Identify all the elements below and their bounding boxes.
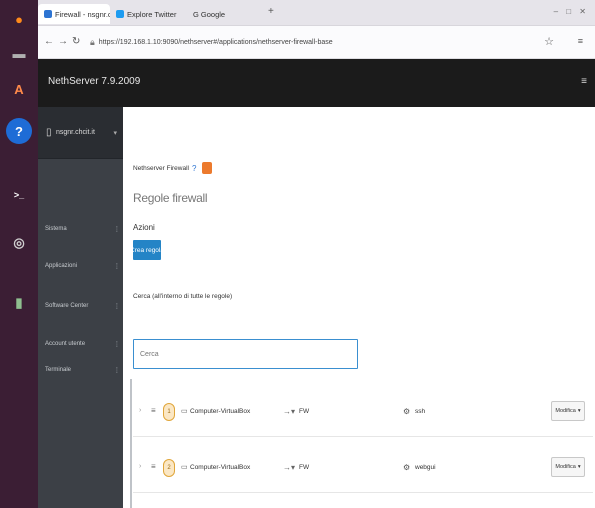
trash-icon: ▮ bbox=[15, 295, 23, 310]
grip-icon: ⁞ bbox=[115, 340, 118, 349]
rule-order-badge: 2 bbox=[163, 459, 175, 477]
dock-item-disc[interactable]: ◎ bbox=[6, 230, 32, 256]
dock-item-help[interactable]: ? bbox=[6, 118, 32, 144]
bookmark-star-icon[interactable]: ☆ bbox=[544, 35, 554, 48]
computer-icon: ▭ bbox=[181, 408, 188, 415]
reload-button[interactable]: ↻ bbox=[72, 36, 80, 47]
rule-service: ssh bbox=[415, 408, 426, 415]
breadcrumb: Nethserver Firewall ? bbox=[133, 162, 213, 174]
gear-icon: ⚙ bbox=[403, 407, 411, 416]
rule-destination: FW bbox=[299, 464, 310, 471]
sidebar-item-label: Software Center bbox=[45, 303, 89, 309]
back-button[interactable]: ← bbox=[44, 36, 54, 47]
sidebar-item-label: Terminale bbox=[45, 367, 72, 373]
chevron-down-icon: ▾ bbox=[113, 130, 117, 137]
main-content: Nethserver Firewall ? Regole firewall Az… bbox=[123, 107, 595, 508]
url-text: https://192.168.1.10:9090/nethserver#/ap… bbox=[98, 39, 333, 46]
caret-down-icon: ▾ bbox=[577, 464, 581, 470]
tab-firewall[interactable]: Firewall - nsgnr.chcit bbox=[38, 4, 110, 24]
sidebar-item-label: Sistema bbox=[45, 226, 67, 232]
sidebar-item-account[interactable]: Account utente ⁞ bbox=[38, 335, 123, 357]
dock-item-files[interactable]: ▬ bbox=[6, 40, 32, 66]
app-title: NethServer 7.9.2009 bbox=[48, 76, 141, 87]
filter-label: Cerca (all'interno di tutte le regole) bbox=[133, 293, 233, 300]
computer-icon: ▭ bbox=[181, 464, 188, 471]
rule-source: Computer-VirtualBox bbox=[190, 464, 251, 471]
grip-icon: ⁞ bbox=[115, 225, 118, 234]
sidebar-item-terminale[interactable]: Terminale ⁞ bbox=[38, 361, 123, 383]
breadcrumb-text: Nethserver Firewall bbox=[133, 164, 189, 172]
dock-item-trash[interactable]: ▮ bbox=[6, 290, 32, 316]
server-icon: ▯ bbox=[46, 127, 52, 138]
search-input[interactable] bbox=[133, 339, 358, 369]
app-badge-icon bbox=[202, 162, 213, 174]
rule-source: Computer-VirtualBox bbox=[190, 408, 251, 415]
files-icon: ▬ bbox=[12, 45, 26, 61]
help-icon: ? bbox=[15, 123, 23, 139]
grip-icon: ⁞ bbox=[115, 366, 118, 375]
sidebar-item-label: Account utente bbox=[45, 341, 86, 347]
tab-label: Explore Twitter bbox=[127, 9, 177, 19]
sidebar-item-label: Applicazioni bbox=[45, 263, 78, 269]
list-edge bbox=[130, 379, 132, 508]
drag-handle-icon[interactable]: ≡ bbox=[151, 462, 156, 471]
edit-label: Modifica bbox=[555, 464, 576, 470]
actions-heading: Azioni bbox=[133, 223, 155, 232]
help-icon[interactable]: ? bbox=[192, 164, 196, 173]
create-rule-button[interactable]: Crea regola bbox=[130, 240, 164, 260]
tab-google[interactable]: G Google bbox=[193, 4, 253, 24]
chevron-right-icon[interactable]: › bbox=[139, 407, 141, 414]
sidebar-item-applicazioni[interactable]: Applicazioni ⁞ bbox=[38, 257, 123, 279]
app-sidebar: ▯ nsgnr.chcit.it ▾ Sistema ⁞ Applicazion… bbox=[38, 107, 123, 508]
rule-order-badge: 1 bbox=[163, 403, 175, 421]
dock-item-terminal[interactable]: >_ bbox=[6, 182, 32, 208]
rule-service: webgui bbox=[415, 464, 436, 471]
caret-down-icon: ▾ bbox=[577, 408, 581, 414]
software-icon: A bbox=[14, 81, 24, 97]
sidebar-item-sistema[interactable]: Sistema ⁞ bbox=[38, 220, 123, 242]
app-header: NethServer 7.9.2009 ≡ bbox=[38, 59, 595, 107]
forward-button[interactable]: → bbox=[58, 36, 68, 47]
page-title: Regole firewall bbox=[133, 191, 208, 205]
grip-icon: ⁞ bbox=[115, 262, 118, 271]
favicon-icon bbox=[44, 10, 52, 18]
rule-destination: FW bbox=[299, 408, 310, 415]
browser-nav-bar: ← → ↻ 🔒︎ https://192.168.1.10:9090/neths… bbox=[38, 26, 595, 59]
edit-rule-button[interactable]: Modifica ▾ bbox=[551, 457, 585, 477]
rule-row[interactable]: › ≡ 1 ▭ Computer-VirtualBox →▾ FW ⚙ ssh … bbox=[133, 387, 593, 437]
dock-item-software[interactable]: A bbox=[6, 76, 32, 102]
firefox-icon: ● bbox=[15, 11, 23, 27]
host-selector[interactable]: ▯ nsgnr.chcit.it ▾ bbox=[38, 107, 123, 159]
edit-label: Modifica bbox=[555, 408, 576, 414]
sidebar-item-software-center[interactable]: Software Center ⁞ bbox=[38, 297, 123, 319]
twitter-icon bbox=[116, 10, 124, 18]
tab-label: Firewall - nsgnr.chcit bbox=[55, 9, 110, 19]
host-label: nsgnr.chcit.it bbox=[56, 129, 95, 136]
tab-twitter[interactable]: Explore Twitter bbox=[116, 4, 186, 24]
arrow-right-icon: →▾ bbox=[283, 407, 296, 416]
chevron-right-icon[interactable]: › bbox=[139, 463, 141, 470]
arrow-right-icon: →▾ bbox=[283, 463, 296, 472]
terminal-icon: >_ bbox=[13, 190, 25, 200]
edit-rule-button[interactable]: Modifica ▾ bbox=[551, 401, 585, 421]
header-menu-icon[interactable]: ≡ bbox=[581, 76, 587, 87]
screen: ● ▬ A ? >_ ◎ ▮ Firewall - nsgnr.chcit Ex… bbox=[0, 0, 595, 508]
grip-icon: ⁞ bbox=[115, 302, 118, 311]
disc-icon: ◎ bbox=[13, 235, 25, 250]
os-dock: ● ▬ A ? >_ ◎ ▮ bbox=[0, 0, 38, 508]
browser-tab-bar: Firewall - nsgnr.chcit Explore Twitter G… bbox=[38, 0, 595, 26]
window-controls[interactable]: ‒ □ ✕ bbox=[554, 7, 589, 16]
lock-icon: 🔒︎ bbox=[90, 37, 95, 47]
browser-menu-button[interactable]: ≡ bbox=[578, 36, 587, 46]
gear-icon: ⚙ bbox=[403, 463, 411, 472]
url-bar[interactable]: 🔒︎ https://192.168.1.10:9090/nethserver#… bbox=[90, 32, 572, 53]
dock-item-firefox[interactable]: ● bbox=[6, 6, 32, 32]
new-tab-button[interactable]: + bbox=[268, 6, 274, 17]
tab-label: G Google bbox=[193, 9, 226, 19]
rule-row[interactable]: › ≡ 2 ▭ Computer-VirtualBox →▾ FW ⚙ webg… bbox=[133, 443, 593, 493]
drag-handle-icon[interactable]: ≡ bbox=[151, 406, 156, 415]
